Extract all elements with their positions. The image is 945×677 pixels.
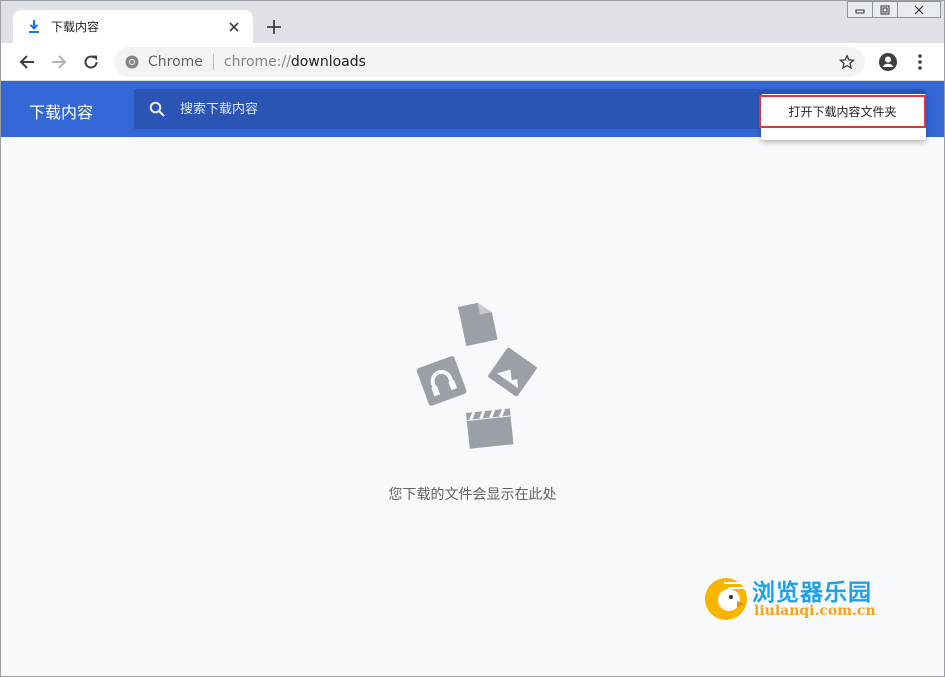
watermark-logo-icon — [705, 578, 748, 620]
page-title: 下载内容 — [29, 103, 94, 122]
document-icon — [458, 302, 498, 347]
back-icon[interactable] — [15, 50, 39, 74]
empty-downloads-illustration — [416, 302, 537, 449]
url-path: downloads — [290, 54, 366, 70]
watermark: 浏览器乐园 liulanqi.com.cn — [704, 573, 884, 623]
download-icon — [27, 19, 41, 35]
reload-icon[interactable] — [79, 50, 103, 74]
tab-strip: 下载内容 — [1, 1, 944, 43]
site-label: Chrome — [148, 54, 203, 70]
watermark-title: 浏览器乐园 — [752, 579, 872, 606]
search-input[interactable] — [180, 101, 740, 117]
search-icon — [148, 100, 166, 118]
divider — [212, 54, 214, 70]
profile-icon[interactable] — [876, 50, 900, 74]
open-downloads-folder-menu-item[interactable]: 打开下载内容文件夹 — [759, 95, 926, 128]
more-menu-icon[interactable] — [908, 50, 932, 74]
url-scheme: chrome:// — [223, 54, 291, 70]
video-icon — [466, 408, 514, 449]
browser-window: 下载内容 Chrome chrome:// downloads 下载内容 搜索下… — [0, 0, 945, 677]
tab-close-icon[interactable] — [225, 18, 243, 36]
image-icon — [488, 347, 537, 397]
new-tab-button[interactable] — [263, 16, 285, 38]
toolbar: Chrome chrome:// downloads — [1, 43, 944, 81]
audio-icon — [416, 356, 467, 406]
watermark-url: liulanqi.com.cn — [754, 603, 876, 619]
close-icon[interactable] — [897, 1, 941, 18]
forward-icon[interactable] — [47, 50, 71, 74]
tab-title: 下载内容 — [51, 20, 100, 34]
downloads-overflow-menu: 打开下载内容文件夹 — [759, 94, 926, 140]
empty-state-message: 您下载的文件会显示在此处 — [388, 487, 557, 503]
restore-icon[interactable] — [872, 1, 898, 18]
chrome-icon — [124, 54, 140, 70]
minimize-icon[interactable] — [847, 1, 873, 18]
window-controls — [847, 1, 941, 19]
tab-downloads[interactable]: 下载内容 — [13, 10, 253, 43]
bookmark-star-icon[interactable] — [837, 52, 857, 72]
address-bar[interactable]: Chrome chrome:// downloads — [114, 47, 865, 77]
